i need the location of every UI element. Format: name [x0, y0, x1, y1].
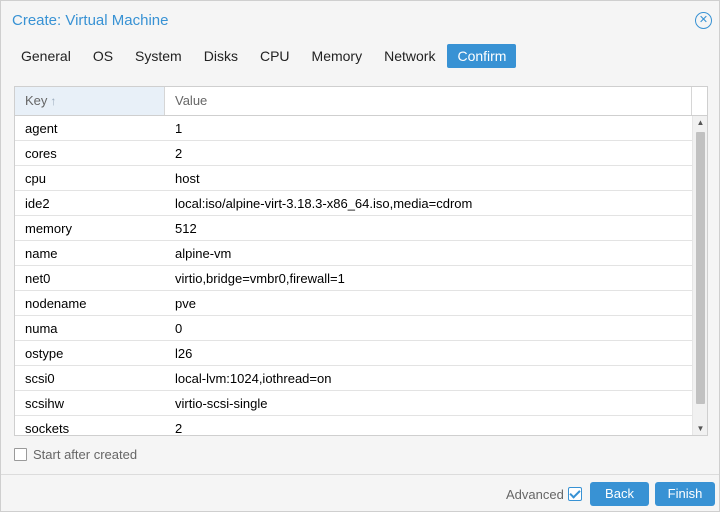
row-value: 2: [175, 421, 183, 436]
start-after-created-label: Start after created: [33, 446, 138, 462]
row-key: nodename: [25, 296, 87, 311]
advanced-toggle[interactable]: Advanced: [506, 485, 582, 503]
row-value: virtio,bridge=vmbr0,firewall=1: [175, 271, 345, 286]
table-row[interactable]: nodename pve: [15, 291, 692, 316]
vertical-scrollbar[interactable]: ▲ ▼: [692, 116, 707, 435]
row-value: 2: [175, 146, 183, 161]
back-button[interactable]: Back: [590, 482, 649, 506]
row-key: cores: [25, 146, 57, 161]
table-row[interactable]: ide2 local:iso/alpine-virt-3.18.3-x86_64.…: [15, 191, 692, 216]
column-header-value-label: Value: [175, 93, 208, 108]
tab-general[interactable]: General: [11, 44, 81, 68]
table-row[interactable]: scsi0 local-lvm:1024,iothread=on: [15, 366, 692, 391]
scroll-up-icon[interactable]: ▲: [693, 116, 707, 130]
tab-disks[interactable]: Disks: [194, 44, 248, 68]
row-key: memory: [25, 221, 72, 236]
table-row[interactable]: cores 2: [15, 141, 692, 166]
tab-os[interactable]: OS: [83, 44, 123, 68]
table-row[interactable]: memory 512: [15, 216, 692, 241]
row-value: local:iso/alpine-virt-3.18.3-x86_64.iso,…: [175, 196, 473, 211]
scrollbar-thumb[interactable]: [696, 132, 705, 404]
tab-network[interactable]: Network: [374, 44, 445, 68]
table-row[interactable]: sockets 2: [15, 416, 692, 436]
tab-confirm[interactable]: Confirm: [447, 44, 517, 68]
row-value: l26: [175, 346, 193, 361]
column-header-key-label: Key: [25, 93, 48, 108]
table-row[interactable]: ostype l26: [15, 341, 692, 366]
row-value: 0: [175, 321, 183, 336]
wizard-tabs: General OS System Disks CPU Memory Netwo…: [11, 44, 517, 68]
footer-divider: [1, 474, 719, 475]
row-value: virtio-scsi-single: [175, 396, 268, 411]
summary-grid: Key ↑ Value agent 1 cores 2 cpu host ide2 loc…: [14, 86, 708, 436]
row-key: agent: [25, 121, 58, 136]
row-key: net0: [25, 271, 51, 286]
scroll-down-icon[interactable]: ▼: [693, 422, 707, 435]
tab-cpu[interactable]: CPU: [250, 44, 300, 68]
tab-system[interactable]: System: [125, 44, 192, 68]
dialog-titlebar: Create: Virtual Machine ✕: [1, 1, 719, 39]
advanced-label: Advanced: [506, 486, 564, 502]
row-key: cpu: [25, 171, 46, 186]
row-key: ostype: [25, 346, 64, 361]
row-value: 512: [175, 221, 197, 236]
row-key: scsihw: [25, 396, 65, 411]
grid-header: Key ↑ Value: [15, 87, 707, 116]
row-value: local-lvm:1024,iothread=on: [175, 371, 332, 386]
grid-rows: agent 1 cores 2 cpu host ide2 local:iso/alpi…: [15, 116, 692, 436]
create-vm-dialog: Create: Virtual Machine ✕ General OS Sys…: [0, 0, 720, 512]
column-header-key[interactable]: Key ↑: [15, 87, 165, 115]
row-value: host: [175, 171, 200, 186]
column-header-value[interactable]: Value: [165, 87, 692, 115]
checkbox-unchecked-icon[interactable]: [14, 447, 27, 461]
close-icon[interactable]: ✕: [695, 12, 712, 29]
row-key: ide2: [25, 196, 50, 211]
table-row[interactable]: net0 virtio,bridge=vmbr0,firewall=1: [15, 266, 692, 291]
table-row[interactable]: cpu host: [15, 166, 692, 191]
checkbox-checked-icon[interactable]: [567, 487, 582, 501]
table-row[interactable]: scsihw virtio-scsi-single: [15, 391, 692, 416]
dialog-title: Create: Virtual Machine: [12, 12, 169, 29]
row-value: 1: [175, 121, 183, 136]
tab-memory[interactable]: Memory: [302, 44, 373, 68]
table-row[interactable]: name alpine-vm: [15, 241, 692, 266]
row-key: scsi0: [25, 371, 55, 386]
row-key: name: [25, 246, 58, 261]
sort-ascending-icon: ↑: [50, 94, 57, 108]
row-value: pve: [175, 296, 196, 311]
finish-button[interactable]: Finish: [655, 482, 715, 506]
start-after-created-checkbox[interactable]: Start after created: [14, 446, 137, 462]
row-key: sockets: [25, 421, 70, 436]
table-row[interactable]: numa 0: [15, 316, 692, 341]
table-row[interactable]: agent 1: [15, 116, 692, 141]
row-value: alpine-vm: [175, 246, 232, 261]
row-key: numa: [25, 321, 58, 336]
